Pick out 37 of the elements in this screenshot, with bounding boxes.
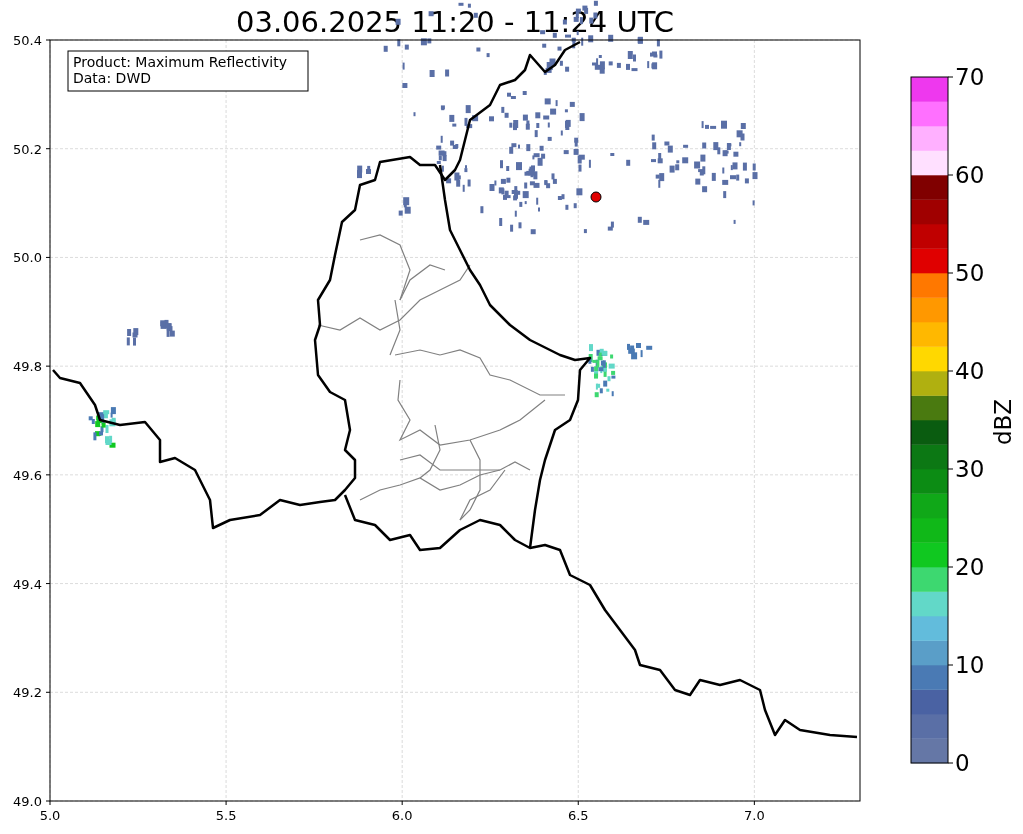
x-tick-label: 6.5: [567, 808, 589, 823]
tick-mark: [45, 365, 51, 367]
y-tick-label: 49.6: [13, 467, 42, 483]
y-tick-label: 50.0: [13, 250, 42, 266]
chart-title: 03.06.2025 11:20 - 11:24 UTC: [235, 4, 675, 40]
colorbar-tick-label: 20: [955, 554, 985, 580]
y-tick-label: 50.4: [13, 33, 42, 48]
colorbar-tick-label: 40: [955, 358, 985, 384]
location-marker: [590, 191, 602, 203]
tick-mark: [45, 256, 51, 258]
x-tick-label: 7.0: [744, 808, 765, 823]
tick-mark: [225, 800, 227, 806]
y-tick-label: 49.4: [13, 576, 42, 592]
tick-mark: [577, 800, 579, 806]
x-tick-label: 5.0: [39, 808, 61, 823]
tick-mark: [45, 148, 51, 150]
y-tick-label: 50.2: [13, 141, 42, 157]
colorbar-tick-label: 60: [955, 162, 985, 188]
tick-mark: [753, 800, 755, 806]
tick-mark: [45, 39, 51, 41]
colorbar-tick-label: 30: [955, 456, 985, 482]
tick-mark: [45, 474, 51, 476]
y-tick-label: 49.2: [13, 685, 42, 701]
tick-mark: [45, 691, 51, 693]
colorbar-tick-label: 0: [955, 750, 970, 776]
info-text: Data: DWD: [73, 70, 151, 86]
tick-mark: [45, 583, 51, 585]
x-tick-label: 5.5: [215, 808, 237, 823]
colorbar-label: dBZ: [990, 398, 1016, 446]
info-text: Product: Maximum Reflectivity: [73, 54, 287, 70]
colorbar-tick-label: 10: [955, 652, 985, 678]
colorbar-tick-label: 70: [955, 64, 985, 90]
x-tick-label: 6.0: [391, 808, 413, 823]
colorbar-tick-label: 50: [955, 260, 985, 286]
y-tick-label: 49.0: [13, 794, 42, 809]
y-tick-label: 49.8: [13, 359, 42, 375]
tick-mark: [401, 800, 403, 806]
